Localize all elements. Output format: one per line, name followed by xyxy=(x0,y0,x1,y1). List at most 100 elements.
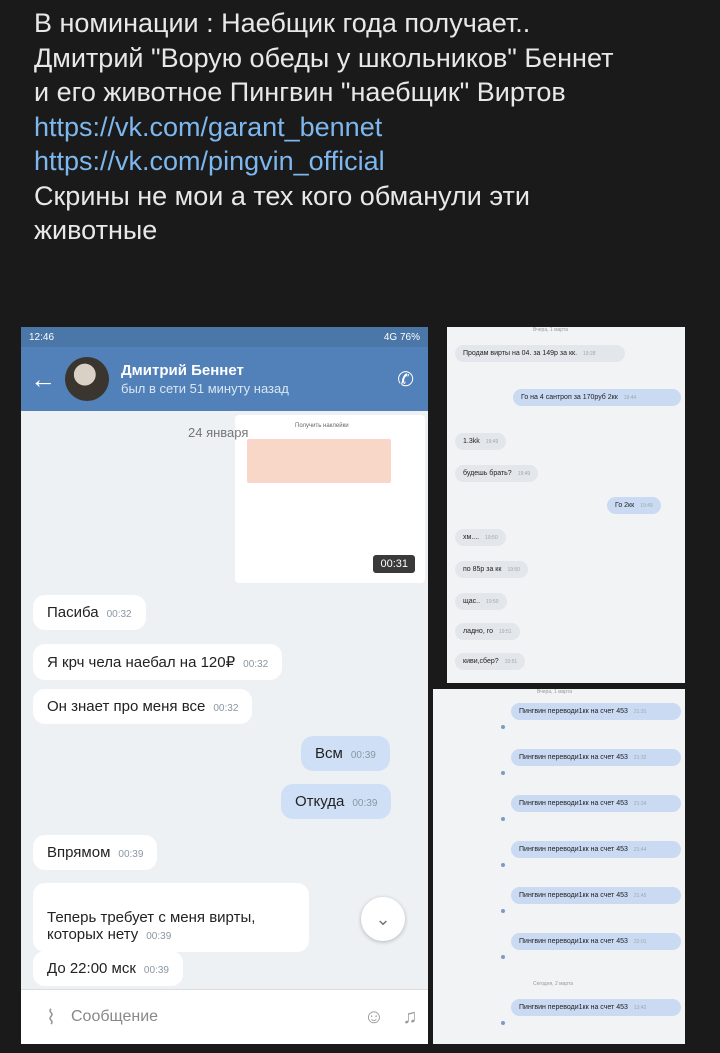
message-in: 1.3kk 19:49 xyxy=(455,433,507,450)
unread-dot-icon xyxy=(501,1021,505,1025)
unread-dot-icon xyxy=(501,725,505,729)
message-text: щас.. xyxy=(463,598,481,605)
message-time: 22:01 xyxy=(633,939,647,945)
message-in: щас.. 19:50 xyxy=(455,593,507,610)
message-time: 19:50 xyxy=(485,535,498,541)
status-time: 12:46 xyxy=(29,331,55,343)
post-line: животные xyxy=(34,215,158,245)
message-time: 00:39 xyxy=(350,750,376,761)
post-line: В номинации : Наебщик года получает.. xyxy=(34,8,531,38)
message-time: 21:44 xyxy=(633,847,647,853)
message-text: Он знает про меня все xyxy=(47,698,206,715)
chat-screenshot-right-bottom: Вчера, 1 марта Пингвин переводи1кк на сч… xyxy=(433,689,685,1044)
status-bar: 12:46 4G 76% xyxy=(21,327,428,347)
message-time: 21:45 xyxy=(633,893,647,899)
message-in: До 22:00 мск 00:39 xyxy=(33,951,183,986)
unread-dot-icon xyxy=(501,771,505,775)
last-seen: был в сети 51 минуту назад xyxy=(121,381,289,396)
message-text: Го на 4 сантроп за 170руб 2кк xyxy=(521,394,618,401)
message-time: 19:51 xyxy=(504,659,518,665)
post-text: В номинации : Наебщик года получает.. Дм… xyxy=(34,6,704,248)
message-text: Откуда xyxy=(295,793,345,810)
message-in: будешь брать? 19:49 xyxy=(455,465,539,482)
unread-dot-icon xyxy=(501,909,505,913)
contact-name[interactable]: Дмитрий Беннет xyxy=(121,362,289,379)
phone-icon[interactable]: ✆ xyxy=(397,367,414,392)
message-text: будешь брать? xyxy=(463,470,512,477)
paperclip-icon[interactable]: ⌇ xyxy=(31,1005,71,1030)
message-out: Пингвин переводи1кк на счет 453 13:42 xyxy=(511,999,681,1016)
date-divider: Вчера, 1 марта xyxy=(537,689,572,695)
message-time: 19:49 xyxy=(517,471,531,477)
emoji-icon[interactable]: ☺ xyxy=(356,1006,392,1029)
post-line: Скрины не мои а тех кого обманули эти xyxy=(34,180,530,211)
message-text: Пингвин переводи1кк на счет 453 xyxy=(519,846,628,853)
date-divider: 24 января xyxy=(188,425,249,440)
message-text: Пингвин переводи1кк на счет 453 xyxy=(519,1004,628,1011)
message-time: 13:42 xyxy=(633,1005,647,1011)
message-in: Теперь требует с меня вирты, которых нет… xyxy=(33,883,309,952)
unread-dot-icon xyxy=(501,817,505,821)
message-text: Пингвин переводи1кк на счет 453 xyxy=(519,892,628,899)
message-text: До 22:00 мск xyxy=(47,960,136,977)
post-line: Дмитрий "Ворую обеды у школьников" Бенне… xyxy=(34,42,614,73)
message-in: киви,сбер? 19:51 xyxy=(455,653,526,670)
message-text: ладно, го xyxy=(463,628,494,635)
message-in: Продам вирты на 04. за 149р за кк. 19:28 xyxy=(455,345,625,362)
message-out: Го на 4 сантроп за 170руб 2кк 19:44 xyxy=(513,389,681,406)
message-time: 00:32 xyxy=(243,659,269,670)
date-divider: Вчера, 1 марта xyxy=(533,327,568,333)
message-composer[interactable]: ⌇ Сообщение ☺ ♫ xyxy=(21,989,428,1044)
video-duration: 00:31 xyxy=(373,555,415,573)
scroll-down-button[interactable]: ⌄ xyxy=(361,897,405,941)
message-out: Пингвин переводи1кк на счет 453 21:31 xyxy=(511,703,681,720)
avatar[interactable] xyxy=(65,357,109,401)
message-in: Я крч чела наебал на 120₽ 00:32 xyxy=(33,644,283,680)
message-text: по 85р за кк xyxy=(463,566,502,573)
message-text: Я крч чела наебал на 120₽ xyxy=(47,654,236,671)
message-in: ладно, го 19:51 xyxy=(455,623,520,640)
post-line: и его животное Пингвин "наебщик" Виртов xyxy=(34,77,566,107)
message-out: Пингвин переводи1кк на счет 453 21:34 xyxy=(511,795,681,812)
link-pingvin-official[interactable]: https://vk.com/pingvin_official xyxy=(34,144,704,179)
message-text: 1.3kk xyxy=(463,438,480,445)
video-caption: Получить наклейки xyxy=(295,423,349,429)
message-input[interactable]: Сообщение xyxy=(71,1008,356,1026)
message-time: 19:44 xyxy=(623,395,637,401)
unread-dot-icon xyxy=(501,863,505,867)
chat-area: Получить наклейки 00:31 24 января Пасиба… xyxy=(21,411,428,1006)
message-time: 00:39 xyxy=(118,849,144,860)
message-text: Пингвин переводи1кк на счет 453 xyxy=(519,708,628,715)
message-out: Пингвин переводи1кк на счет 453 21:44 xyxy=(511,841,681,858)
unread-dot-icon xyxy=(501,955,505,959)
message-text: Всм xyxy=(315,745,343,762)
message-time: 21:31 xyxy=(633,709,647,715)
link-garant-bennet[interactable]: https://vk.com/garant_bennet xyxy=(34,110,704,145)
video-thumbnail xyxy=(247,439,391,483)
message-time: 19:49 xyxy=(640,503,653,509)
message-in: Пасиба 00:32 xyxy=(33,595,146,630)
message-text: Го 2кк xyxy=(615,502,635,509)
message-text: Пингвин переводи1кк на счет 453 xyxy=(519,938,628,945)
message-out: Откуда 00:39 xyxy=(281,784,392,819)
message-in: Он знает про меня все 00:32 xyxy=(33,689,253,724)
message-in: по 85р за кк 19:50 xyxy=(455,561,528,578)
message-text: Впрямом xyxy=(47,844,111,861)
date-divider: Сегодня, 2 марта xyxy=(533,981,574,987)
message-time: 00:32 xyxy=(213,703,239,714)
message-time: 21:34 xyxy=(633,801,647,807)
microphone-icon[interactable]: ♫ xyxy=(392,1006,428,1029)
message-time: 00:39 xyxy=(146,931,172,942)
message-time: 00:32 xyxy=(106,609,132,620)
message-time: 21:32 xyxy=(633,755,647,761)
message-time: 00:39 xyxy=(352,798,378,809)
message-out: Пингвин переводи1кк на счет 453 21:32 xyxy=(511,749,681,766)
back-arrow-icon[interactable]: ← xyxy=(21,364,65,395)
video-attachment[interactable]: Получить наклейки 00:31 xyxy=(235,415,425,583)
message-time: 19:50 xyxy=(507,567,520,573)
message-text: Продам вирты на 04. за 149р за кк. xyxy=(463,350,578,357)
message-text: Пасиба xyxy=(47,604,99,621)
message-time: 19:28 xyxy=(583,351,596,357)
message-time: 00:39 xyxy=(143,965,169,976)
chat-screenshot-right-top: Вчера, 1 марта Продам вирты на 04. за 14… xyxy=(447,327,685,683)
